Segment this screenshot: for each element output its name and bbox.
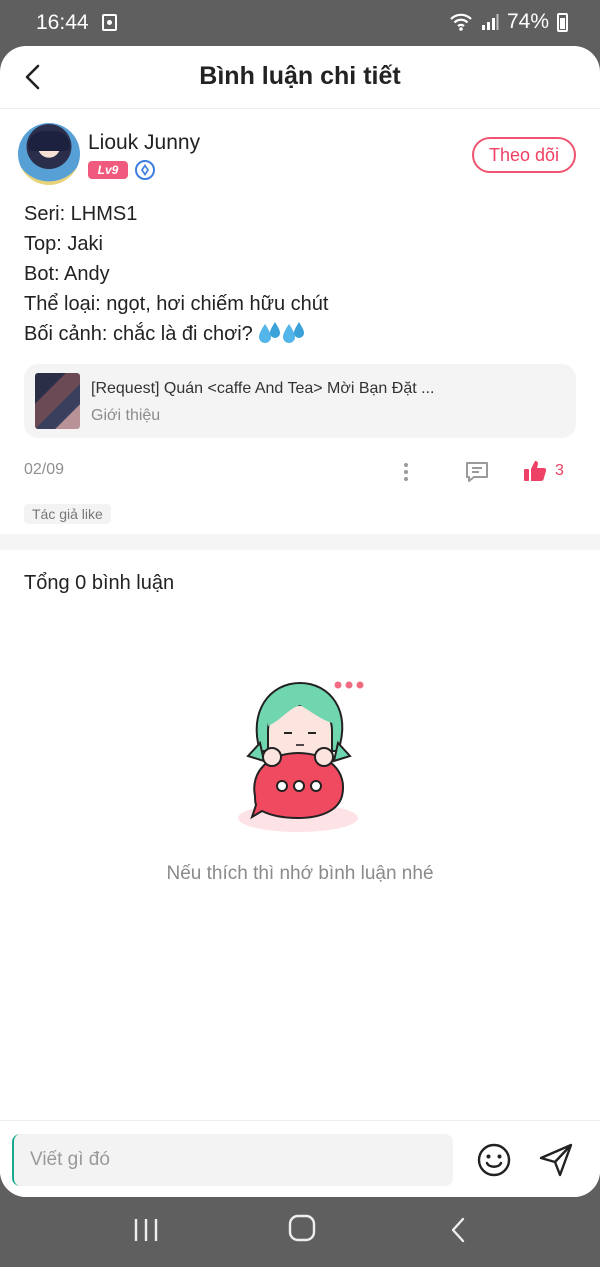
story-subtitle: Giới thiệu [91,407,161,424]
post-body: Seri: LHMS1 Top: Jaki Bot: Andy Thể loại… [24,191,576,349]
thumbs-up-icon[interactable] [522,458,548,484]
diamond-badge-icon [135,160,155,180]
post-line-with-emoji: Bối cảnh: chắc là đi chơi? [24,319,576,349]
avatar[interactable] [18,123,80,185]
system-navigation-bar [0,1197,600,1267]
wifi-icon [450,13,472,31]
total-comments-label: Tổng 0 bình luận [24,572,175,594]
header: Bình luận chi tiết [0,46,600,109]
author-row: Liouk Junny Lv9 Theo dõi [18,109,576,191]
status-bar: 16:44 74% [0,0,600,46]
battery-icon [557,12,568,32]
post: Liouk Junny Lv9 Theo dõi Seri: LHMS1 Top… [0,109,600,524]
send-icon[interactable] [538,1142,574,1178]
post-line: Thể loại: ngọt, hơi chiếm hữu chút [24,293,329,315]
post-line: Bot: Andy [24,263,110,285]
empty-comments-illustration [238,681,364,832]
recent-apps-icon[interactable] [132,1216,160,1244]
post-line: Seri: LHMS1 [24,203,138,225]
signal-icon [481,14,499,30]
post-line: Top: Jaki [24,233,103,255]
post-line: Bối cảnh: chắc là đi chơi? [24,323,253,345]
story-title: [Request] Quán <caffe And Tea> Mời Bạn Đ… [91,380,435,397]
comment-input[interactable] [12,1134,453,1186]
author-name[interactable]: Liouk Junny [88,131,200,155]
system-back-icon[interactable] [448,1216,468,1244]
status-time: 16:44 [36,11,89,34]
emoji-icon[interactable] [476,1142,512,1178]
story-thumbnail [35,373,80,429]
home-icon[interactable] [288,1214,316,1242]
post-date: 02/09 [24,461,65,478]
comment-composer [0,1120,600,1197]
linked-story-card[interactable]: [Request] Quán <caffe And Tea> Mời Bạn Đ… [24,364,576,438]
section-divider [0,534,600,550]
follow-button[interactable]: Theo dõi [472,137,576,173]
page-title: Bình luận chi tiết [199,62,401,90]
like-count: 3 [555,462,564,479]
sweat-droplets-emoji [258,322,304,343]
status-indicators: 74% [449,10,568,34]
post-meta-row: 02/09 3 [24,438,576,504]
author-liked-tag: Tác giả like [24,504,111,524]
comment-icon[interactable] [464,459,490,485]
battery-percent: 74% [506,10,549,33]
app-notification-icon [102,14,117,31]
more-options-icon[interactable] [394,460,418,484]
comment-detail-sheet: Bình luận chi tiết Liouk Junny Lv9 Theo … [0,46,600,1197]
level-badge: Lv9 [88,161,128,179]
empty-comments-message: Nếu thích thì nhớ bình luận nhé [166,863,434,884]
